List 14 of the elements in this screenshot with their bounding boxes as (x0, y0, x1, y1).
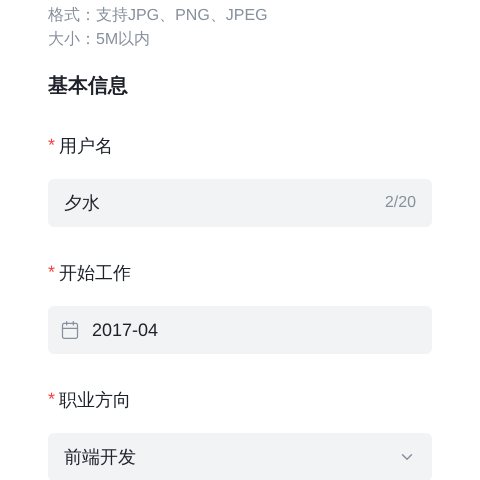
hint-text: 大小：5M以内 (48, 30, 152, 50)
calendar-icon (60, 320, 80, 340)
field-label: 用户名 (59, 134, 114, 158)
select-field[interactable]: 前端开发 (48, 433, 432, 480)
section-title: 基本信息 (48, 74, 129, 99)
char-counter: 2/20 (384, 193, 416, 213)
field-label: 职业方向 (59, 388, 132, 412)
required-asterisk: * (48, 388, 56, 411)
required-asterisk: * (48, 134, 56, 157)
username-input[interactable]: 夕水 2/20 (48, 179, 432, 227)
hint-text: 格式：支持JPG、PNG、JPEG (48, 6, 269, 26)
date-picker[interactable]: 2017-04 (48, 306, 432, 354)
field-label: 开始工作 (59, 262, 132, 284)
required-asterisk: * (48, 261, 56, 284)
